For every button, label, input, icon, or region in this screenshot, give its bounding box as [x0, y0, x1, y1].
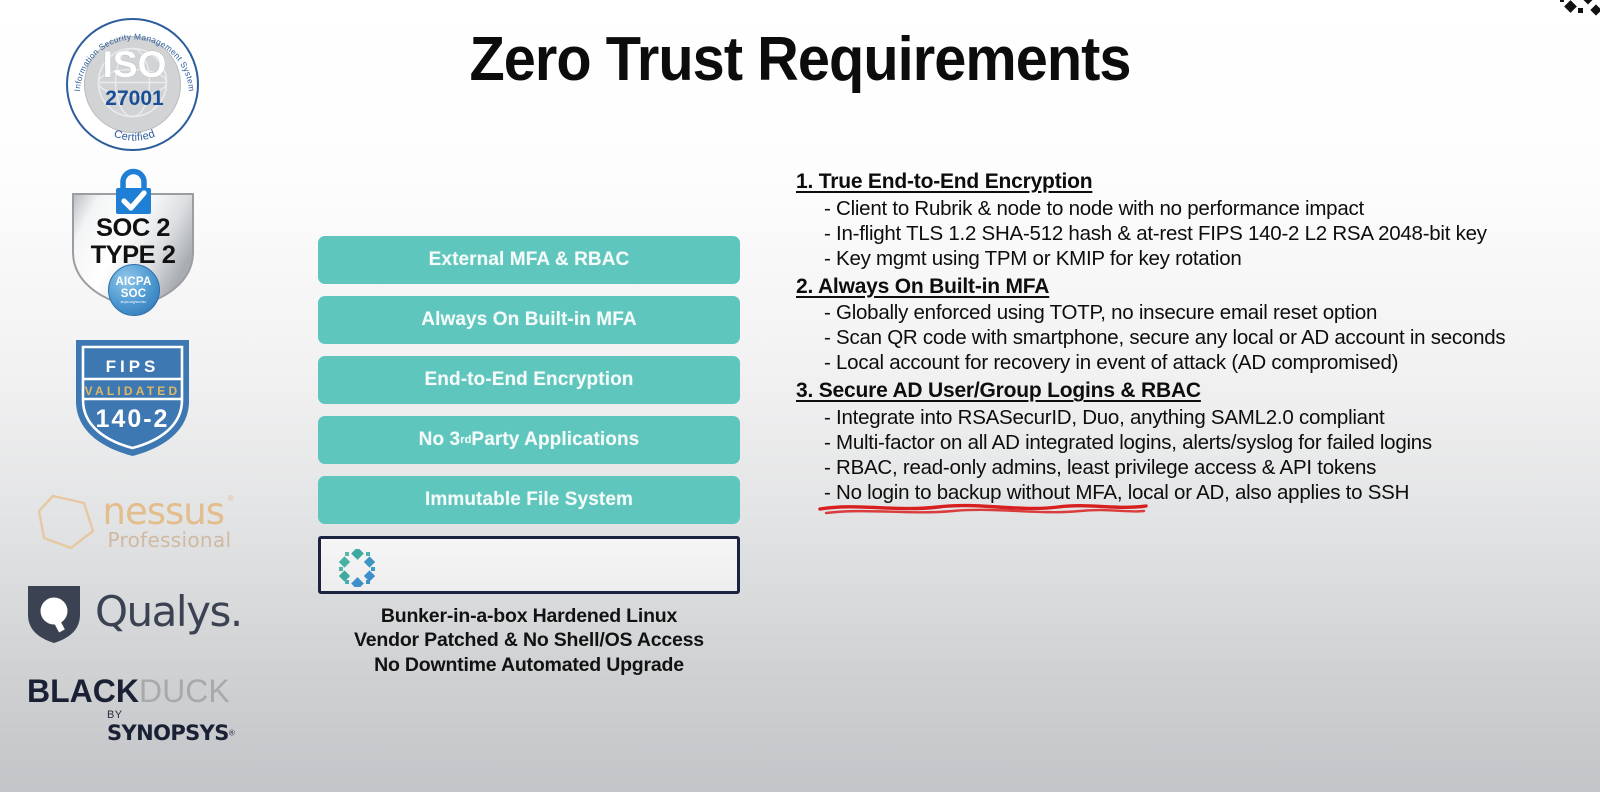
- requirement-bullet: - Globally enforced using TOTP, no insec…: [824, 301, 1378, 325]
- soc-line-1: SOC 2: [95, 214, 170, 242]
- bunker-caption: Bunker-in-a-box Hardened Linux Vendor Pa…: [318, 604, 740, 677]
- svg-text:Certified: Certified: [112, 128, 157, 144]
- soc-title-text: SOC 2 TYPE 2: [67, 215, 198, 269]
- nessus-subtitle: Professional: [107, 528, 232, 552]
- iso-bottom-label: Certified: [112, 128, 157, 144]
- requirement-bullet: - Client to Rubrik & node to node with n…: [824, 196, 1364, 220]
- blackduck-duck: DUCK: [138, 673, 230, 709]
- synopsys-registered-mark: ®: [228, 728, 236, 738]
- blackduck-byline: BY SYNOPSYS®: [107, 709, 240, 745]
- page-title: Zero Trust Requirements: [469, 25, 1131, 94]
- fips-line-1: FIPS: [105, 357, 160, 376]
- pill-no3-prefix: No 3: [418, 429, 461, 450]
- pill-no3-tail: Party Applications: [471, 429, 640, 450]
- blackduck-black: BLACK: [27, 673, 139, 709]
- requirement-bullet: - Local account for recovery in event of…: [824, 351, 1399, 375]
- requirement-bullet: - RBAC, read-only admins, least privileg…: [824, 456, 1377, 480]
- bunker-caption-line-3: No Downtime Automated Upgrade: [374, 653, 684, 676]
- hexagon-icon: [37, 494, 94, 550]
- rubrik-logo-icon: [338, 549, 376, 587]
- requirement-bullet: - Scan QR code with smartphone, secure a…: [824, 326, 1506, 350]
- pill-always-on-builtin-mfa[interactable]: Always On Built-in MFA: [318, 296, 740, 344]
- fips-line-3: 140-2: [95, 405, 170, 433]
- badge-fips-140-2: FIPS VALIDATED 140-2: [0, 335, 265, 460]
- badge-nessus-professional: nessus ® Professional: [0, 488, 265, 554]
- requirement-bullet: - Multi-factor on all AD integrated logi…: [824, 431, 1432, 455]
- badge-iso-27001: Information Security Management System I…: [0, 18, 265, 151]
- fips-line-2: VALIDATED: [84, 384, 181, 398]
- pill-immutable-file-system[interactable]: Immutable File System: [318, 476, 740, 524]
- zero-trust-pill-list: External MFA & RBAC Always On Built-in M…: [318, 236, 740, 594]
- aicpa-url: aicpa.org/soc4so: [120, 299, 147, 304]
- padlock-check-icon: [115, 168, 151, 214]
- pill-no-third-party-applications[interactable]: No 3rd Party Applications: [318, 416, 740, 464]
- requirement-heading-3: 3. Secure AD User/Group Logins & RBAC: [796, 379, 1201, 403]
- badge-soc-2-type-2: SOC 2 TYPE 2 AICPA SOC aicpa.org/soc4so: [0, 168, 265, 316]
- requirement-bullet: - Integrate into RSASecurID, Duo, anythi…: [824, 406, 1385, 430]
- requirement-heading-2: 2. Always On Built-in MFA: [796, 274, 1050, 298]
- bunker-caption-line-2: Vendor Patched & No Shell/OS Access: [354, 629, 704, 652]
- bunker-caption-line-1: Bunker-in-a-box Hardened Linux: [380, 605, 678, 627]
- requirement-section-2: 2. Always On Built-in MFA - Globally enf…: [796, 273, 1586, 376]
- requirement-bullet-text: - No login to backup without MFA, local …: [824, 481, 1410, 505]
- requirements-list: 1. True End-to-End Encryption - Client t…: [796, 168, 1586, 515]
- badge-qualys: Qualys.: [0, 583, 265, 645]
- synopsys-wordmark: SYNOPSYS: [107, 721, 229, 745]
- requirement-bullet: - Key mgmt using TPM or KMIP for key rot…: [824, 246, 1242, 270]
- aicpa-soc-seal: AICPA SOC aicpa.org/soc4so: [107, 264, 160, 316]
- nessus-registered-mark: ®: [227, 494, 234, 503]
- soc-label: SOC: [120, 287, 147, 300]
- badge-black-duck: BLACKDUCK BY SYNOPSYS®: [0, 673, 265, 745]
- qualys-shield-icon: [28, 586, 80, 643]
- slide-canvas: Zero Trust Requirements Information Secu…: [0, 0, 1600, 792]
- requirement-heading-1: 1. True End-to-End Encryption: [796, 170, 1093, 193]
- pill-external-mfa-rbac[interactable]: External MFA & RBAC: [318, 236, 740, 284]
- pill-end-to-end-encryption[interactable]: End-to-End Encryption: [318, 356, 740, 404]
- iso-certified-text: Certified: [112, 128, 156, 144]
- blackduck-by: BY: [107, 709, 123, 721]
- requirement-bullet: - In-flight TLS 1.2 SHA-512 hash & at-re…: [824, 221, 1487, 245]
- bunker-in-a-box-panel[interactable]: [318, 536, 740, 594]
- qualys-wordmark: Qualys.: [95, 587, 243, 636]
- rubrik-logo-icon: [1560, 0, 1600, 16]
- blackduck-wordmark: BLACKDUCK: [27, 673, 230, 710]
- requirement-bullet-highlighted: - No login to backup without MFA, local …: [796, 480, 1586, 515]
- requirement-section-1: 1. True End-to-End Encryption - Client t…: [796, 168, 1586, 271]
- aicpa-label: AICPA: [115, 275, 152, 288]
- nessus-wordmark: nessus: [102, 490, 225, 533]
- requirement-section-3: 3. Secure AD User/Group Logins & RBAC - …: [796, 377, 1586, 515]
